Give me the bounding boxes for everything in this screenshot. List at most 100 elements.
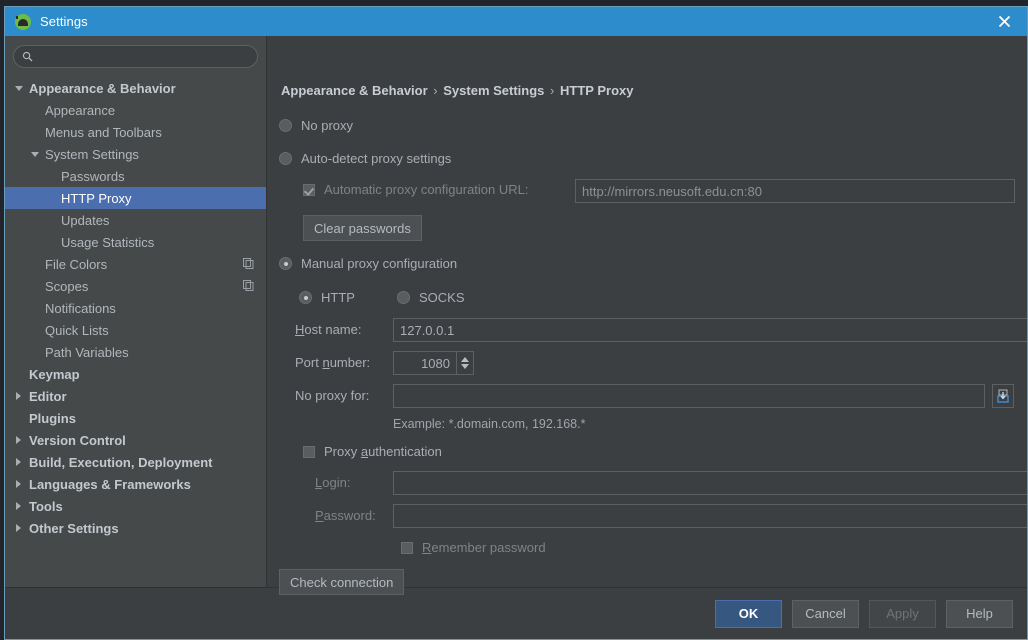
no-proxy-radio[interactable] xyxy=(279,119,292,132)
search-icon xyxy=(22,51,33,62)
no-proxy-for-input[interactable] xyxy=(393,384,985,408)
sidebar-item-label: Editor xyxy=(29,388,67,404)
copy-icon xyxy=(243,258,254,269)
cancel-button[interactable]: Cancel xyxy=(792,599,859,628)
auto-detect-radio[interactable] xyxy=(279,152,292,165)
sidebar-item-label: Tools xyxy=(29,498,63,514)
chevron-right-icon[interactable] xyxy=(15,479,24,489)
spinner-up-icon[interactable] xyxy=(461,357,469,362)
sidebar-item-notifications[interactable]: Notifications xyxy=(5,297,266,319)
no-proxy-option[interactable]: No proxy xyxy=(279,118,353,133)
sidebar-item-appearance-behavior[interactable]: Appearance & Behavior xyxy=(5,77,266,99)
manual-proxy-radio[interactable] xyxy=(279,257,292,270)
close-icon[interactable] xyxy=(982,7,1027,36)
search-input[interactable] xyxy=(33,49,257,64)
sidebar-item-label: Path Variables xyxy=(45,344,129,360)
no-proxy-for-label: No proxy for: xyxy=(295,388,369,403)
sidebar-item-label: Menus and Toolbars xyxy=(45,124,162,140)
chevron-down-icon[interactable] xyxy=(31,150,40,159)
sidebar-item-label: Plugins xyxy=(29,410,76,426)
help-button[interactable]: Help xyxy=(946,599,1013,628)
proxy-auth-pre: Proxy xyxy=(324,444,361,459)
port-label-pre: Port xyxy=(295,355,323,370)
login-label-text: ogin: xyxy=(322,475,351,490)
sidebar-item-editor[interactable]: Editor xyxy=(5,385,266,407)
sidebar-item-build-execution-deployment[interactable]: Build, Execution, Deployment xyxy=(5,451,266,473)
sidebar-item-system-settings[interactable]: System Settings xyxy=(5,143,266,165)
http-radio[interactable] xyxy=(299,291,312,304)
remember-password-row[interactable]: Remember password xyxy=(401,540,546,555)
sidebar-item-passwords[interactable]: Passwords xyxy=(5,165,266,187)
port-mnemonic: n xyxy=(322,355,330,370)
auto-url-input[interactable] xyxy=(575,179,1015,203)
sidebar-item-languages-frameworks[interactable]: Languages & Frameworks xyxy=(5,473,266,495)
example-hint: Example: *.domain.com, 192.168.* xyxy=(393,417,586,431)
sidebar-item-version-control[interactable]: Version Control xyxy=(5,429,266,451)
socks-radio[interactable] xyxy=(397,291,410,304)
clear-passwords-button[interactable]: Clear passwords xyxy=(303,215,422,241)
apply-button: Apply xyxy=(869,599,936,628)
sidebar-item-tools[interactable]: Tools xyxy=(5,495,266,517)
no-proxy-label: No proxy xyxy=(301,118,354,133)
chevron-right-icon[interactable] xyxy=(15,501,24,511)
settings-tree[interactable]: Appearance & Behavior Appearance Menus and… xyxy=(5,75,266,587)
check-connection-button[interactable]: Check connection xyxy=(279,569,405,595)
port-number-input[interactable] xyxy=(394,352,456,374)
proxy-auth-checkbox[interactable] xyxy=(303,445,315,458)
sidebar-item-label: System Settings xyxy=(45,146,139,162)
login-input[interactable] xyxy=(393,471,1027,495)
remember-mnemonic: R xyxy=(422,540,432,555)
breadcrumb-sep-1: › xyxy=(433,83,438,98)
sidebar-item-updates[interactable]: Updates xyxy=(5,209,266,231)
sidebar-item-appearance[interactable]: Appearance xyxy=(5,99,266,121)
http-proxy-panel: Appearance & Behavior › System Settings … xyxy=(267,36,1027,595)
ok-button[interactable]: OK xyxy=(715,599,782,628)
password-input[interactable] xyxy=(393,504,1027,528)
port-number-stepper[interactable] xyxy=(393,351,474,375)
chevron-down-icon[interactable] xyxy=(15,84,24,93)
auto-url-checkbox-row[interactable]: Automatic proxy configuration URL: xyxy=(303,182,528,197)
android-studio-icon xyxy=(15,13,31,30)
sidebar-item-label: File Colors xyxy=(45,256,108,272)
sidebar-item-menus-and-toolbars[interactable]: Menus and Toolbars xyxy=(5,121,266,143)
auto-detect-option[interactable]: Auto-detect proxy settings xyxy=(279,151,451,166)
chevron-right-icon[interactable] xyxy=(15,457,24,467)
sidebar-item-quick-lists[interactable]: Quick Lists xyxy=(5,319,266,341)
manual-proxy-option[interactable]: Manual proxy configuration xyxy=(279,256,457,271)
search-box[interactable] xyxy=(13,45,258,68)
sidebar-item-plugins[interactable]: Plugins xyxy=(5,407,266,429)
sidebar-item-label: Usage Statistics xyxy=(61,234,155,250)
auto-url-checkbox[interactable] xyxy=(303,183,315,196)
host-name-input[interactable] xyxy=(393,318,1027,342)
remember-password-checkbox[interactable] xyxy=(401,541,413,554)
proxy-auth-row[interactable]: Proxy authentication xyxy=(303,444,442,459)
chevron-right-icon[interactable] xyxy=(15,435,24,445)
sidebar-item-file-colors[interactable]: File Colors xyxy=(5,253,266,275)
sidebar-item-label: Keymap xyxy=(29,366,80,382)
sidebar-item-label: HTTP Proxy xyxy=(61,190,132,206)
spinner-down-icon[interactable] xyxy=(461,364,469,369)
socks-option[interactable]: SOCKS xyxy=(397,290,465,305)
sidebar-item-scopes[interactable]: Scopes xyxy=(5,275,266,297)
chevron-right-icon[interactable] xyxy=(15,391,24,401)
chevron-right-icon[interactable] xyxy=(15,523,24,533)
sidebar-item-label: Build, Execution, Deployment xyxy=(29,454,213,470)
port-spinner-buttons[interactable] xyxy=(456,352,473,374)
sidebar-item-other-settings[interactable]: Other Settings xyxy=(5,517,266,539)
import-list-icon[interactable] xyxy=(992,384,1014,408)
http-option[interactable]: HTTP xyxy=(299,290,355,305)
sidebar-item-keymap[interactable]: Keymap xyxy=(5,363,266,385)
sidebar-item-http-proxy[interactable]: HTTP Proxy xyxy=(5,187,266,209)
password-mnemonic: P xyxy=(315,508,324,523)
sidebar-item-path-variables[interactable]: Path Variables xyxy=(5,341,266,363)
sidebar-item-usage-statistics[interactable]: Usage Statistics xyxy=(5,231,266,253)
breadcrumb-part-1: Appearance & Behavior xyxy=(281,83,428,98)
manual-proxy-label: Manual proxy configuration xyxy=(301,256,458,271)
